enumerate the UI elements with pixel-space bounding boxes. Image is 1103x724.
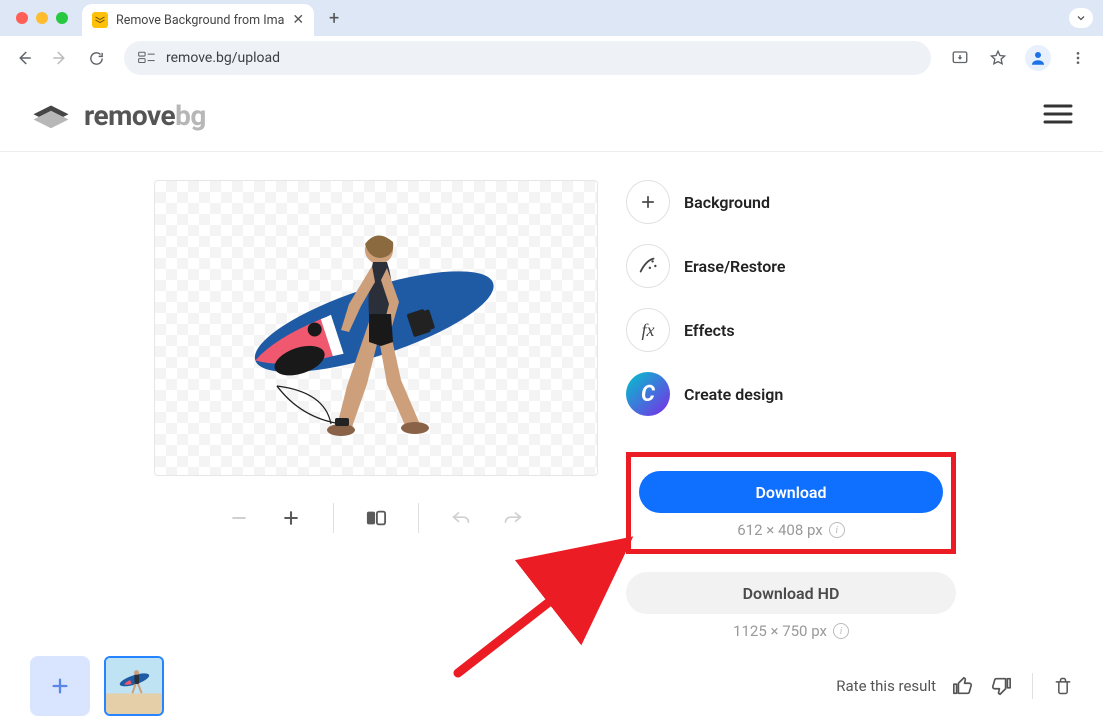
delete-button[interactable] bbox=[1053, 675, 1073, 697]
thumbs-down-button[interactable] bbox=[990, 675, 1012, 697]
canva-icon: C bbox=[626, 372, 670, 416]
reload-icon bbox=[88, 50, 105, 67]
new-tab-button[interactable]: + bbox=[320, 4, 348, 32]
forward-button bbox=[46, 44, 74, 72]
thumbs-down-icon bbox=[990, 675, 1012, 697]
browser-tab-active[interactable]: Remove Background from Ima ✕ bbox=[82, 4, 314, 36]
download-highlight-box: Download 612 × 408 pxi bbox=[626, 452, 956, 554]
logo-mark-icon bbox=[30, 100, 72, 132]
site-header: removebg bbox=[0, 80, 1103, 152]
action-label: Erase/Restore bbox=[684, 257, 785, 276]
effects-icon: fx bbox=[626, 308, 670, 352]
undo-button bbox=[447, 504, 475, 532]
action-label: Effects bbox=[684, 321, 735, 340]
minus-icon bbox=[229, 508, 249, 528]
compare-button[interactable] bbox=[362, 504, 390, 532]
divider bbox=[1032, 673, 1033, 699]
erase-restore-action[interactable]: Erase/Restore bbox=[626, 244, 956, 288]
zoom-out-button[interactable] bbox=[225, 504, 253, 532]
minimize-window-button[interactable] bbox=[36, 12, 48, 24]
browser-menu-button[interactable] bbox=[1063, 43, 1093, 73]
favicon-icon bbox=[92, 12, 108, 28]
info-icon[interactable]: i bbox=[833, 623, 849, 639]
info-icon[interactable]: i bbox=[829, 522, 845, 538]
address-bar[interactable]: remove.bg/upload bbox=[124, 41, 931, 75]
browser-tabbar: Remove Background from Ima ✕ + bbox=[0, 0, 1103, 36]
zoom-in-button[interactable] bbox=[277, 504, 305, 532]
bookmark-button[interactable] bbox=[983, 43, 1013, 73]
site-info-icon[interactable] bbox=[138, 51, 156, 65]
kebab-icon bbox=[1070, 50, 1086, 66]
divider bbox=[418, 503, 419, 533]
person-icon bbox=[1029, 49, 1047, 67]
window-controls bbox=[16, 12, 68, 24]
maximize-window-button[interactable] bbox=[56, 12, 68, 24]
close-window-button[interactable] bbox=[16, 12, 28, 24]
url-text: remove.bg/upload bbox=[166, 50, 917, 66]
redo-icon bbox=[503, 509, 523, 527]
compare-icon bbox=[365, 508, 387, 528]
action-label: Background bbox=[684, 193, 770, 212]
action-label: Create design bbox=[684, 385, 783, 404]
tab-overflow-button[interactable] bbox=[1069, 8, 1093, 28]
undo-icon bbox=[451, 509, 471, 527]
profile-button[interactable] bbox=[1025, 45, 1051, 71]
actions-panel: Background Erase/Restore fx Effects C Cr… bbox=[626, 180, 956, 644]
thumbs-up-button[interactable] bbox=[952, 675, 974, 697]
trash-icon bbox=[1053, 675, 1073, 697]
erase-icon bbox=[626, 244, 670, 288]
add-image-button[interactable] bbox=[30, 656, 90, 716]
site-logo[interactable]: removebg bbox=[30, 99, 206, 132]
tab-title: Remove Background from Ima bbox=[116, 13, 284, 28]
install-app-button[interactable] bbox=[945, 43, 975, 73]
hamburger-icon bbox=[1043, 103, 1073, 125]
thumbnail-image bbox=[106, 658, 162, 714]
background-action[interactable]: Background bbox=[626, 180, 956, 224]
canvas-column bbox=[154, 180, 598, 644]
chevron-down-icon bbox=[1075, 12, 1087, 24]
arrow-left-icon bbox=[15, 49, 33, 67]
canvas-toolbar bbox=[225, 500, 527, 536]
star-icon bbox=[989, 49, 1007, 67]
download-hd-button[interactable]: Download HD bbox=[626, 572, 956, 614]
arrow-right-icon bbox=[51, 49, 69, 67]
back-button[interactable] bbox=[10, 44, 38, 72]
create-design-action[interactable]: C Create design bbox=[626, 372, 956, 416]
plus-icon bbox=[281, 508, 301, 528]
page-body: removebg bbox=[0, 80, 1103, 724]
logo-text: removebg bbox=[84, 99, 206, 132]
rate-label: Rate this result bbox=[836, 677, 936, 695]
download-hd-dimensions: 1125 × 750 pxi bbox=[626, 622, 956, 640]
bottom-bar: Rate this result bbox=[0, 648, 1103, 724]
menu-button[interactable] bbox=[1043, 103, 1073, 129]
redo-button bbox=[499, 504, 527, 532]
divider bbox=[333, 503, 334, 533]
effects-action[interactable]: fx Effects bbox=[626, 308, 956, 352]
reload-button[interactable] bbox=[82, 44, 110, 72]
rate-area: Rate this result bbox=[836, 673, 1073, 699]
thumbnail-selected[interactable] bbox=[104, 656, 164, 716]
thumbs-up-icon bbox=[952, 675, 974, 697]
browser-toolbar: remove.bg/upload bbox=[0, 36, 1103, 80]
main-content: Background Erase/Restore fx Effects C Cr… bbox=[0, 152, 1103, 644]
result-canvas[interactable] bbox=[154, 180, 598, 476]
tab-close-icon[interactable]: ✕ bbox=[292, 12, 304, 28]
plus-circle-icon bbox=[626, 180, 670, 224]
install-icon bbox=[951, 49, 969, 67]
plus-icon bbox=[49, 675, 71, 697]
subject-image bbox=[231, 208, 521, 458]
download-dimensions: 612 × 408 pxi bbox=[639, 521, 943, 539]
download-button[interactable]: Download bbox=[639, 471, 943, 513]
